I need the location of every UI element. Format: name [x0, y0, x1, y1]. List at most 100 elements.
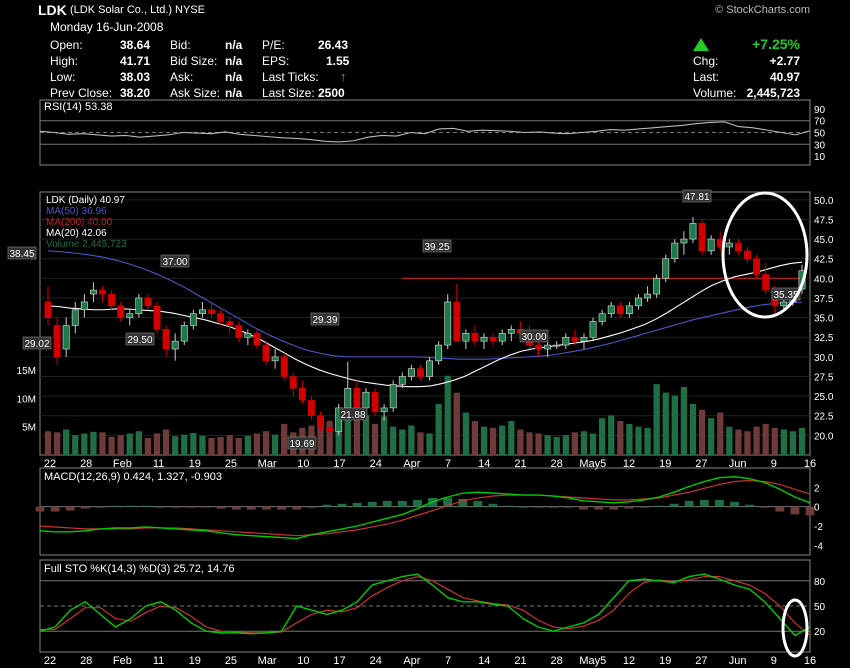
sto-x-tick-label: 28 [551, 655, 563, 667]
candle-body [507, 329, 515, 334]
rsi-tick-label: 70 [814, 117, 826, 128]
candle-body [189, 313, 197, 326]
volume-bar [535, 433, 542, 455]
price-annotation: 29.39 [312, 315, 337, 326]
volume-bar [444, 375, 451, 455]
macd-histogram-bar [111, 505, 120, 507]
candle-body [80, 301, 88, 311]
candle-body [462, 333, 470, 342]
candle-body [362, 391, 370, 409]
candle-body [226, 321, 234, 326]
sto-x-tick-label: 7 [445, 655, 451, 667]
volume-bar [662, 392, 669, 455]
volume-bar [471, 421, 479, 455]
volume-bar [81, 433, 88, 455]
volume-bar [789, 431, 797, 455]
macd-histogram-bar [624, 506, 634, 509]
price-legend-entry: MA(50) 36.96 [46, 206, 107, 217]
candle-body [744, 250, 751, 260]
sto-x-tick-label: 19 [189, 655, 201, 667]
sto-x-tick-label: Feb [113, 655, 132, 667]
candle-body [571, 336, 579, 342]
sto-tick-label: 50 [814, 602, 826, 613]
price-tick-label: 50.0 [814, 196, 834, 207]
volume-bar [417, 432, 424, 455]
price-annotation: 19.69 [289, 439, 314, 450]
volume-bar [399, 429, 406, 455]
price-annotation: 39.25 [424, 242, 449, 253]
highlight-ellipse-sto [781, 598, 809, 658]
macd-histogram-bar [382, 500, 392, 507]
macd-histogram-bar [790, 506, 800, 515]
macd-histogram-bar [352, 502, 362, 507]
volume-bar [499, 425, 506, 455]
volume-bar [653, 384, 660, 455]
candle-body [99, 289, 106, 295]
volume-bar [771, 427, 778, 455]
volume-bar [199, 435, 206, 455]
volume-bar [153, 433, 161, 455]
macd-histogram-bar [141, 505, 151, 507]
candle-body [144, 297, 152, 307]
rsi-tick-label: 30 [814, 140, 826, 151]
volume-bar [226, 435, 233, 455]
candle-body [680, 238, 688, 244]
price-tick-label: 40.0 [814, 274, 834, 285]
candle-body [289, 376, 297, 389]
candle-body [62, 325, 70, 350]
chart-canvas: RSI(14) 53.38 907050301050.047.545.042.54… [7, 99, 834, 667]
price-legend-entry: LDK (Daily) 40.97 [46, 195, 125, 206]
candle-body [725, 242, 733, 248]
volume-bar [589, 433, 597, 455]
volume-bar [608, 415, 615, 455]
sto-x-tick-label: 12 [623, 655, 635, 667]
sto-x-tick-label: 17 [333, 655, 345, 667]
volume-bar [680, 387, 688, 455]
price-tick-label: 20.0 [814, 431, 834, 442]
volume-bar [44, 431, 52, 455]
volume-bar [753, 426, 760, 455]
price-tick-label: 25.0 [814, 392, 834, 403]
volume-bar [271, 434, 279, 455]
sto-k-line [39, 573, 811, 637]
volume-bar [780, 429, 787, 455]
candle-body [417, 368, 424, 377]
candle-body [625, 305, 633, 314]
candle-body [353, 387, 361, 409]
candle-body [444, 301, 452, 346]
sto-tick-label: 20 [814, 627, 826, 638]
candle-body [689, 223, 697, 240]
macd-histogram-bar [262, 506, 271, 510]
macd-histogram-bar [65, 506, 75, 511]
price-tick-label: 42.5 [814, 255, 834, 266]
candle-body [644, 293, 652, 299]
volume-tick-label: 10M [17, 394, 36, 405]
sto-x-tick-label: 11 [153, 655, 164, 667]
volume-bar [508, 421, 515, 455]
candle-body [562, 336, 570, 346]
macd-histogram-bar [231, 506, 241, 510]
macd-histogram-bar [714, 499, 724, 507]
volume-bar [635, 426, 642, 455]
volume-bar [626, 423, 633, 455]
sto-title: Full STO %K(14,3) %D(3) 25.72, 14.76 [44, 563, 235, 575]
macd-histogram-bar [654, 505, 664, 507]
candle-body [662, 258, 670, 279]
macd-tick-label: 2 [814, 483, 820, 494]
sto-x-tick-label: 28 [80, 655, 92, 667]
candle-body [344, 387, 352, 409]
candle-body [235, 325, 243, 338]
volume-bar [644, 427, 651, 455]
sto-x-tick-label: 9 [771, 655, 777, 667]
macd-histogram-bar [503, 505, 513, 507]
volume-bar [181, 434, 188, 455]
macd-histogram-bar [488, 503, 498, 507]
candle-body [298, 387, 306, 401]
candle-body [280, 356, 288, 377]
candle-body [180, 325, 188, 342]
candle-body [171, 340, 179, 350]
candle-body [44, 301, 52, 318]
price-annotation: 47.81 [684, 192, 709, 203]
macd-histogram-bar [216, 506, 226, 509]
candle-body [53, 325, 61, 358]
